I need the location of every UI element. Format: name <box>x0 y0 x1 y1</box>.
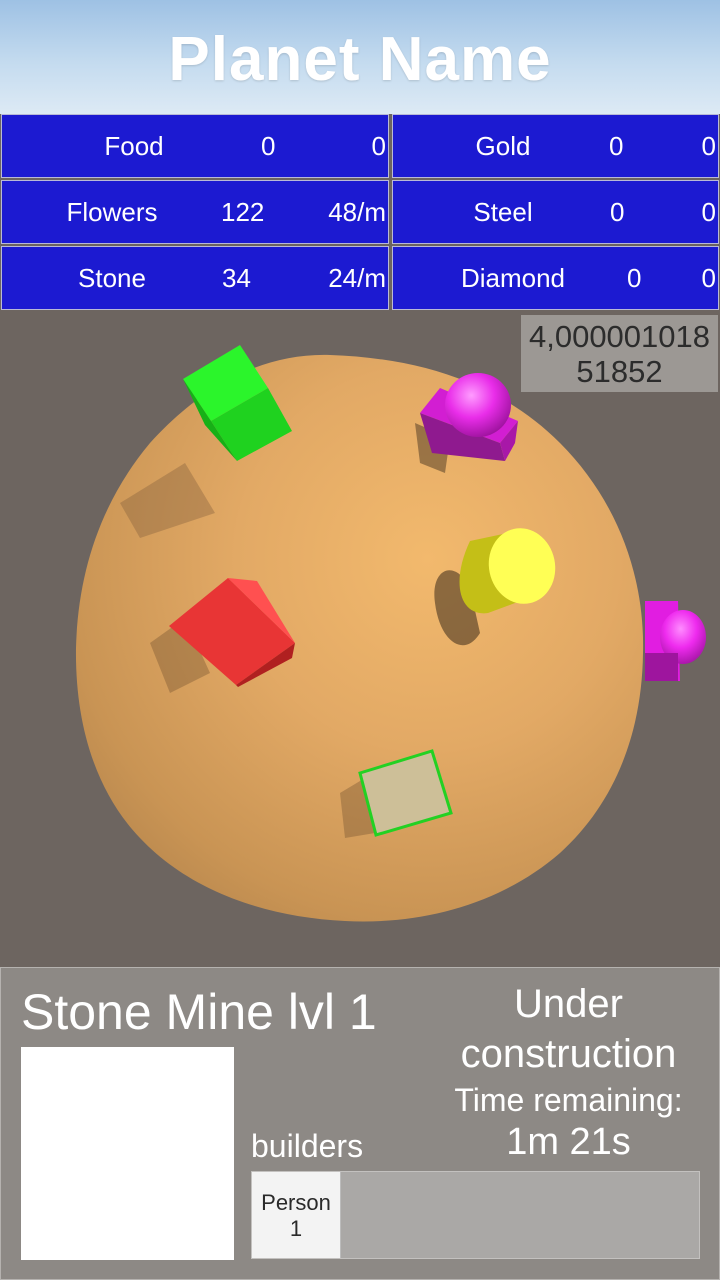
resource-name: Stone <box>78 263 146 293</box>
header: Planet Name <box>0 0 720 114</box>
status-line2: construction <box>460 1032 677 1076</box>
resource-rate: 0 <box>701 197 716 227</box>
resource-amount: 0 <box>609 131 624 161</box>
planet-name: Planet Name <box>168 25 552 94</box>
resource-name: Flowers <box>66 197 158 227</box>
resource-amount: 0 <box>261 131 276 161</box>
zoom-readout-line2: 51852 <box>576 354 663 389</box>
resource-amount: 0 <box>627 263 642 293</box>
resource-rate: 24/m <box>328 263 386 293</box>
resource-name: Diamond <box>460 263 566 293</box>
time-remaining-label: Time remaining: <box>454 1082 683 1118</box>
resource-rate: 0 <box>701 131 716 161</box>
status-line1: Under <box>514 982 623 1026</box>
planet-viewport[interactable] <box>0 313 720 967</box>
building-name: Stone Mine lvl 1 <box>21 984 377 1040</box>
builder-slot-line1: Person <box>261 1190 331 1215</box>
planet-scene[interactable] <box>0 313 720 967</box>
resource-name: Food <box>104 131 164 161</box>
resource-stone: Stone 34 24/m <box>1 246 389 310</box>
resource-amount: 34 <box>222 263 251 293</box>
resource-flowers: Flowers 122 48/m <box>1 180 389 244</box>
resource-name: Gold <box>475 131 531 161</box>
time-remaining-value: 1m 21s <box>506 1121 631 1163</box>
resource-amount: 122 <box>221 197 265 227</box>
resource-gold: Gold 0 0 <box>392 114 719 178</box>
building-image <box>21 1047 234 1260</box>
resource-steel: Steel 0 0 <box>392 180 719 244</box>
resource-diamond: Diamond 0 0 <box>392 246 719 310</box>
building-info-panel: Stone Mine lvl 1 Under construction Time… <box>0 967 720 1280</box>
builder-slot-line2: 1 <box>289 1216 303 1241</box>
builder-slot-person-1[interactable]: Person 1 <box>252 1172 341 1258</box>
magenta-dome-building-edge[interactable] <box>645 601 706 681</box>
resource-rate: 0 <box>371 131 386 161</box>
zoom-readout-line1: 4,000001018 <box>528 319 711 354</box>
builders-label: builders <box>251 1128 364 1164</box>
resource-food: Food 0 0 <box>1 114 389 178</box>
resource-rate: 48/m <box>328 197 386 227</box>
resource-rate: 0 <box>701 263 716 293</box>
resource-name: Steel <box>473 197 533 227</box>
zoom-readout: 4,000001018 51852 <box>521 315 718 392</box>
builder-slots: Person 1 <box>251 1171 700 1259</box>
resource-amount: 0 <box>610 197 625 227</box>
